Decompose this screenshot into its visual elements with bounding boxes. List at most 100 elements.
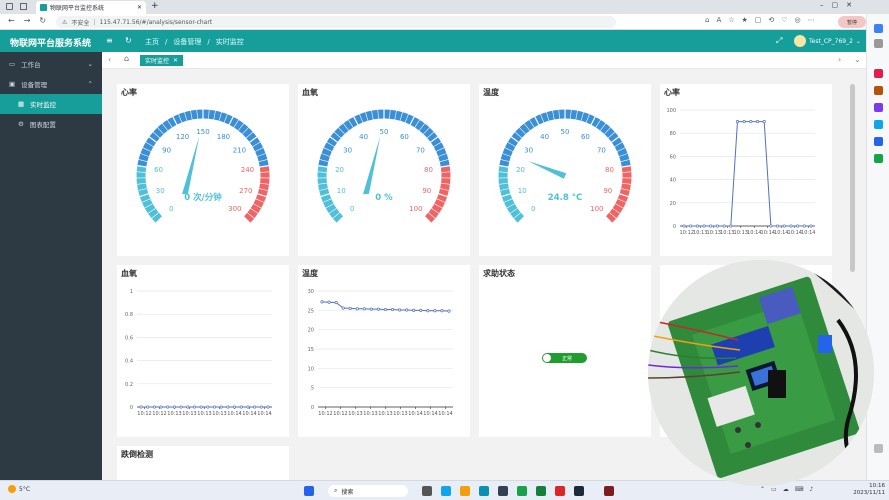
refresh-icon[interactable]: ↻ [125, 36, 132, 45]
app-icon[interactable] [498, 486, 508, 496]
toggle-knob [543, 354, 551, 362]
breadcrumb-device[interactable]: 设备管理 [173, 37, 201, 47]
rail-app-icon[interactable] [874, 103, 883, 112]
data-point [179, 405, 183, 409]
x-tick-label: 10:13 [693, 230, 707, 236]
gear-icon[interactable] [874, 444, 883, 453]
close-tab-icon[interactable]: ✕ [137, 4, 142, 11]
hr-line-chart: 02040608010010:12 10:13 10:13 10:13 10:13 10:… [666, 108, 815, 236]
app-icon[interactable] [517, 486, 527, 496]
app-icon[interactable] [555, 486, 565, 496]
app-icon[interactable] [574, 486, 584, 496]
help-status-toggle[interactable]: 正常 [542, 353, 587, 363]
url-text: 115.47.71.56/#/analysis/sensor-chart [99, 18, 213, 26]
gauge-tick-label: 0 [169, 205, 173, 213]
data-point [239, 405, 243, 409]
window-controls[interactable]: –▢✕ [820, 1, 860, 9]
sidebar: ▭ 工作台 ⌄ ▣ 设备管理 ⌃ ▦ 实时监控 ⚙ 图表配置 [0, 52, 102, 480]
y-tick-label: 20 [308, 328, 314, 334]
menu-toggle-icon[interactable]: ≡ [106, 36, 113, 45]
sidebar-item-device[interactable]: ▣ 设备管理 ⌃ [0, 74, 102, 94]
data-point [320, 300, 324, 304]
data-point [715, 224, 719, 228]
app-icon[interactable] [604, 486, 614, 496]
fullscreen-icon[interactable]: ⤢ [776, 36, 782, 46]
explorer-icon[interactable] [460, 486, 470, 496]
data-point [682, 224, 686, 228]
tab-actions-icon[interactable] [20, 3, 27, 10]
tags-scroll-right-icon[interactable]: › [838, 55, 841, 64]
insecure-label: 不安全 [71, 19, 90, 27]
rail-app-icon[interactable] [874, 120, 883, 129]
gauge-value-label: 0 % [375, 193, 393, 203]
app-icon[interactable] [536, 486, 546, 496]
gauge-tick-label: 30 [524, 147, 533, 155]
gauge-tick-label: 80 [605, 166, 614, 174]
x-tick-label: 10:13 [182, 411, 196, 417]
data-point [199, 405, 203, 409]
gauge-tick-label: 300 [228, 205, 241, 213]
separator: | [93, 18, 96, 26]
y-tick-label: 25 [308, 308, 314, 314]
profile-button[interactable]: 暂停 [838, 16, 866, 28]
gauge-tick-label: 30 [156, 187, 165, 195]
breadcrumb-home[interactable]: 主页 [145, 37, 159, 47]
toggle-label: 正常 [562, 355, 573, 362]
card-temp-line: 温度 0 5 10 15 20 25 30 10:12 10:12 10:13 10:13 10:13… [298, 265, 470, 437]
tag-active[interactable]: 实时监控 ✕ [140, 55, 184, 66]
gauge-tick-label: 50 [561, 128, 570, 136]
search-icon[interactable] [874, 39, 883, 48]
app-icon[interactable] [441, 486, 451, 496]
content-scrollbar[interactable] [850, 84, 855, 272]
gauge-band [499, 109, 631, 168]
taskbar-search[interactable]: ⌕ 搜索 [328, 485, 408, 497]
data-point [166, 405, 170, 409]
edge-icon[interactable] [479, 486, 489, 496]
nav-buttons[interactable]: ←→↻ [8, 16, 55, 25]
start-icon[interactable] [304, 486, 314, 496]
gauge-value-label: 24.8 °C [548, 193, 582, 203]
y-tick-label: 0 [673, 224, 676, 230]
x-tick-label: 10:14 [438, 411, 452, 417]
gauge-tick-label: 90 [422, 187, 431, 195]
data-point [398, 308, 402, 312]
system-tray[interactable]: ⌃▭☁⌨♪ [760, 486, 819, 493]
user-name: Test_CP_769_2 [809, 37, 853, 45]
y-tick-label: 10 [308, 366, 314, 372]
card-fall-detect: 跌倒检测 [117, 446, 289, 480]
rail-app-icon[interactable] [874, 154, 883, 163]
task-view-icon[interactable] [422, 486, 432, 496]
chevron-down-icon: ⌄ [855, 37, 861, 45]
browser-tab[interactable]: 物联网平台监控系统 ✕ [36, 1, 146, 14]
data-point [327, 300, 331, 304]
sidebar-item-monitor[interactable]: ▦ 实时监控 [0, 94, 102, 114]
user-menu[interactable]: Test_CP_769_2 ⌄ [794, 35, 861, 47]
rail-app-icon[interactable] [874, 137, 883, 146]
gauge-tick-label: 100 [409, 205, 422, 213]
x-tick-label: 10:14 [423, 411, 437, 417]
home-tag-icon[interactable]: ⌂ [124, 54, 129, 63]
sidebar-item-workbench[interactable]: ▭ 工作台 ⌄ [0, 54, 102, 74]
rail-app-icon[interactable] [874, 24, 883, 33]
y-tick-label: 5 [311, 386, 314, 392]
rail-app-icon[interactable] [874, 86, 883, 95]
data-point [383, 308, 388, 312]
data-point [426, 309, 430, 313]
rail-app-icon[interactable] [874, 69, 883, 78]
weather-widget[interactable]: 5°C [8, 485, 30, 493]
gauge-tick-label: 20 [516, 166, 525, 174]
data-point [749, 120, 753, 124]
sidebar-item-chart-config[interactable]: ⚙ 图表配置 [0, 114, 102, 134]
toolbar-icons[interactable]: ⌂A☆★▢⟲♡◎⋯ [705, 16, 822, 24]
address-bar[interactable]: ⚠ 不安全 | 115.47.71.56/#/analysis/sensor-c… [56, 16, 616, 28]
taskbar-clock[interactable]: 10:16 2023/11/11 [853, 483, 885, 497]
x-tick-label: 10:13 [197, 411, 211, 417]
tags-scroll-left-icon[interactable]: ‹ [108, 55, 111, 64]
close-icon[interactable]: ✕ [173, 57, 178, 64]
y-tick-label: 0.6 [125, 335, 133, 341]
tags-menu-icon[interactable]: ⌄ [854, 55, 861, 64]
new-tab-icon[interactable]: + [151, 1, 159, 11]
card-hr-gauge: 心率 0 30 60 90 120 150 180 210 240 270 300 0 次/分钟 [117, 84, 289, 256]
data-point [139, 405, 143, 409]
window-menu-icon[interactable] [6, 3, 13, 10]
